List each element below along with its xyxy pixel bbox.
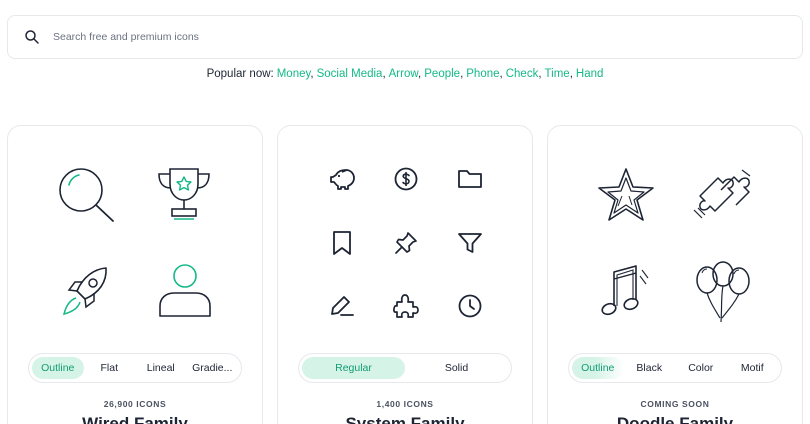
star-doodle-icon (598, 168, 654, 221)
balloons-doodle-icon (696, 261, 750, 323)
clock-icon (458, 294, 482, 318)
music-note-doodle-icon (601, 265, 649, 316)
tab-flat[interactable]: Flat (84, 357, 136, 379)
popular-link-phone[interactable]: Phone (466, 68, 499, 80)
dollar-coin-icon (394, 167, 418, 191)
edit-icon (331, 296, 354, 316)
coming-soon-label: COMING SOON (640, 399, 710, 409)
style-tabs: Outline Flat Lineal Gradie... (28, 353, 242, 383)
tab-motif[interactable]: Motif (727, 357, 779, 379)
trophy-icon (158, 168, 210, 220)
popular-label: Popular now: (206, 68, 274, 80)
popular-link-time[interactable]: Time (545, 68, 570, 80)
icon-family-card-doodle[interactable]: Outline Black Color Motif COMING SOON Do… (547, 125, 803, 424)
bookmark-icon (333, 231, 351, 255)
pin-icon (395, 232, 417, 254)
tab-black[interactable]: Black (624, 357, 676, 379)
piggy-bank-icon (330, 169, 355, 190)
icon-count: 26,900 ICONS (103, 399, 167, 409)
tab-color[interactable]: Color (675, 357, 727, 379)
family-title[interactable]: Doodle Family (548, 414, 802, 424)
popular-link-money[interactable]: Money (277, 68, 311, 80)
family-title[interactable]: System Family (278, 414, 532, 424)
filter-icon (458, 233, 482, 253)
icon-family-card-system[interactable]: Regular Solid 1,400 ICONS System Family (277, 125, 533, 424)
popular-link-arrow[interactable]: Arrow (389, 68, 418, 80)
magnifier-icon (59, 168, 114, 222)
icon-count: 1,400 ICONS (376, 399, 434, 409)
style-tabs: Outline Black Color Motif (568, 353, 782, 383)
popular-link-people[interactable]: People (424, 68, 460, 80)
search-icon (24, 29, 40, 45)
popular-link-social-media[interactable]: Social Media (317, 68, 383, 80)
popular-link-check[interactable]: Check (506, 68, 539, 80)
tab-solid[interactable]: Solid (405, 357, 508, 379)
puzzle-doodle-icon (693, 169, 751, 219)
family-title[interactable]: Wired Family (8, 414, 262, 424)
search-bar[interactable] (7, 15, 803, 59)
popular-link-hand[interactable]: Hand (576, 68, 604, 80)
puzzle-icon (393, 294, 419, 318)
search-input[interactable] (53, 31, 802, 43)
style-tabs: Regular Solid (298, 353, 512, 383)
folder-icon (458, 170, 482, 188)
tab-lineal[interactable]: Lineal (135, 357, 187, 379)
user-icon (159, 264, 211, 317)
tab-outline[interactable]: Outline (32, 357, 84, 379)
tab-outline[interactable]: Outline (572, 357, 624, 379)
tab-regular[interactable]: Regular (302, 357, 405, 379)
rocket-icon (62, 267, 107, 316)
popular-now: Popular now: Money, Social Media, Arrow, Peo… (206, 68, 604, 80)
tab-gradient[interactable]: Gradie... (187, 357, 239, 379)
icon-family-card-wired[interactable]: Outline Flat Lineal Gradie... 26,900 ICO… (7, 125, 263, 424)
